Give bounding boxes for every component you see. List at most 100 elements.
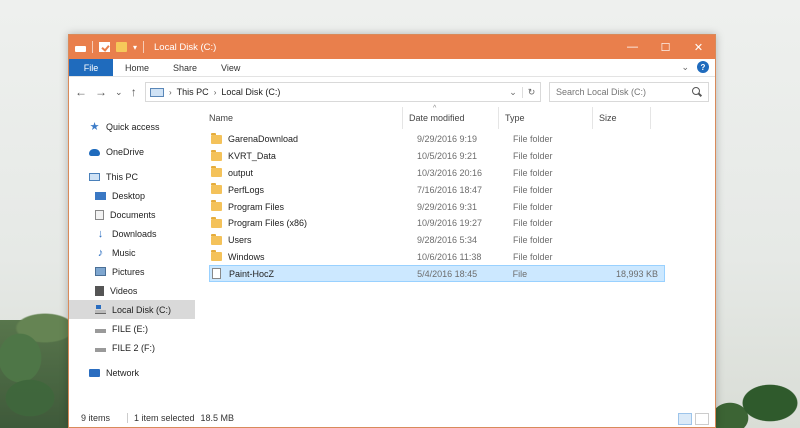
large-icons-view-icon[interactable] [695, 413, 709, 425]
sidebar-item-file2-f[interactable]: FILE 2 (F:) [69, 338, 195, 357]
file-row-selected[interactable]: Paint-HocZ 5/4/2016 18:45 File 18,993 KB [209, 265, 665, 283]
sidebar-item-pictures[interactable]: Pictures [69, 262, 195, 281]
minimize-button[interactable]: — [616, 35, 649, 59]
file-name: Users [228, 235, 252, 246]
file-type: File folder [513, 251, 553, 262]
customize-toolbar-icon[interactable]: ▾ [133, 43, 137, 52]
quick-access-toolbar: ▾ [69, 41, 145, 53]
file-row[interactable]: output 10/3/2016 20:16 File folder [209, 165, 665, 182]
column-header-type[interactable]: Type [499, 107, 593, 129]
maximize-button[interactable]: ☐ [649, 35, 682, 59]
file-type: File folder [513, 184, 553, 195]
properties-icon[interactable] [99, 42, 110, 52]
file-list-pane: ^ Name Date modified Type Size GarenaDow… [195, 105, 715, 409]
sidebar-item-label: Network [106, 367, 140, 378]
file-name: Program Files [228, 201, 285, 212]
sidebar-item-videos[interactable]: Videos [69, 281, 195, 300]
pictures-icon [95, 267, 106, 276]
chevron-right-icon[interactable]: › [214, 88, 217, 97]
recent-locations-icon[interactable]: ⌄ [115, 87, 123, 98]
breadcrumb-this-pc[interactable]: This PC [177, 87, 209, 97]
column-header-size[interactable]: Size [593, 107, 651, 129]
search-input[interactable] [556, 87, 686, 97]
window-title: Local Disk (C:) [154, 41, 217, 53]
chevron-right-icon[interactable]: › [169, 88, 172, 97]
title-bar[interactable]: ▾ Local Disk (C:) — ☐ ✕ [69, 35, 715, 59]
tab-file[interactable]: File [69, 59, 113, 76]
file-date: 9/29/2016 9:19 [417, 134, 478, 145]
ribbon-controls: ⌄ ? [681, 61, 709, 73]
file-row[interactable]: KVRT_Data 10/5/2016 9:21 File folder [209, 148, 665, 165]
column-header-date[interactable]: Date modified [403, 107, 499, 129]
computer-icon [150, 87, 164, 97]
file-row[interactable]: Windows 10/6/2016 11:38 File folder [209, 249, 665, 266]
videos-icon [95, 285, 104, 296]
column-header-name[interactable]: Name [195, 107, 403, 129]
file-name: Program Files (x86) [228, 218, 308, 229]
sidebar-item-label: Pictures [112, 266, 145, 277]
sidebar-item-music[interactable]: ♪ Music [69, 243, 195, 262]
drive-icon [75, 45, 86, 52]
file-explorer-window: ▾ Local Disk (C:) — ☐ ✕ File Home Share … [68, 34, 716, 428]
up-arrow-icon[interactable]: ↑ [131, 85, 137, 99]
breadcrumb-local-disk[interactable]: Local Disk (C:) [221, 87, 280, 97]
sidebar-item-desktop[interactable]: Desktop [69, 186, 195, 205]
help-icon[interactable]: ? [697, 61, 709, 73]
selection-count: 1 item selected [134, 413, 195, 423]
file-name: KVRT_Data [228, 151, 276, 162]
folder-icon [211, 183, 222, 195]
sidebar-item-label: Quick access [106, 121, 160, 132]
sidebar-item-file-e[interactable]: FILE (E:) [69, 319, 195, 338]
tab-view[interactable]: View [209, 59, 252, 76]
sidebar-item-onedrive[interactable]: OneDrive [69, 142, 195, 161]
file-date: 9/28/2016 5:34 [417, 235, 478, 246]
file-row[interactable]: GarenaDownload 9/29/2016 9:19 File folde… [209, 131, 665, 148]
file-row[interactable]: Program Files 9/29/2016 9:31 File folder [209, 198, 665, 215]
navigation-pane: ★ Quick access OneDrive This PC Desktop … [69, 107, 195, 409]
window-controls: — ☐ ✕ [616, 35, 715, 59]
refresh-icon[interactable]: ↻ [522, 86, 540, 98]
file-date: 7/16/2016 18:47 [417, 184, 483, 195]
new-folder-icon[interactable] [116, 42, 127, 52]
folder-icon [211, 200, 222, 212]
sidebar-item-this-pc[interactable]: This PC [69, 167, 195, 186]
file-date: 10/3/2016 20:16 [417, 167, 483, 178]
address-bar-actions: ⌄ ↻ [504, 83, 540, 101]
sidebar-item-label: Music [112, 247, 136, 258]
address-bar[interactable]: › This PC › Local Disk (C:) ⌄ ↻ [145, 82, 541, 102]
file-name: output [228, 167, 254, 178]
file-row[interactable]: Program Files (x86) 10/9/2016 19:27 File… [209, 215, 665, 232]
sidebar-item-local-disk[interactable]: Local Disk (C:) [69, 300, 195, 319]
search-icon[interactable] [692, 87, 702, 97]
folder-icon [211, 132, 222, 144]
file-date: 10/9/2016 19:27 [417, 218, 483, 229]
sidebar-item-downloads[interactable]: ↓ Downloads [69, 224, 195, 243]
file-date: 10/6/2016 11:38 [417, 251, 482, 262]
back-arrow-icon[interactable]: ← [75, 85, 87, 99]
tab-home[interactable]: Home [113, 59, 161, 76]
file-name: Windows [228, 251, 265, 262]
file-row[interactable]: Users 9/28/2016 5:34 File folder [209, 232, 665, 249]
file-size: 18,993 KB [615, 268, 658, 279]
sidebar-item-label: This PC [106, 171, 139, 182]
view-toggle [678, 413, 709, 425]
folder-icon [211, 216, 222, 228]
sidebar-item-documents[interactable]: Documents [69, 205, 195, 224]
file-type: File folder [513, 167, 553, 178]
close-button[interactable]: ✕ [682, 35, 715, 59]
download-icon: ↓ [97, 227, 104, 240]
sidebar-item-network[interactable]: Network [69, 363, 195, 382]
toolbar-separator [92, 41, 93, 53]
folder-icon [211, 233, 222, 245]
folder-icon [211, 166, 222, 178]
forward-arrow-icon[interactable]: → [95, 85, 107, 99]
file-row[interactable]: PerfLogs 7/16/2016 18:47 File folder [209, 181, 665, 198]
search-box[interactable] [549, 82, 709, 102]
background-trees-right [710, 358, 800, 428]
expand-ribbon-icon[interactable]: ⌄ [681, 62, 689, 73]
column-headers: ^ Name Date modified Type Size [195, 105, 715, 129]
address-dropdown-icon[interactable]: ⌄ [504, 87, 522, 98]
tab-share[interactable]: Share [161, 59, 209, 76]
details-view-icon[interactable] [678, 413, 692, 425]
sidebar-item-quick-access[interactable]: ★ Quick access [69, 117, 195, 136]
